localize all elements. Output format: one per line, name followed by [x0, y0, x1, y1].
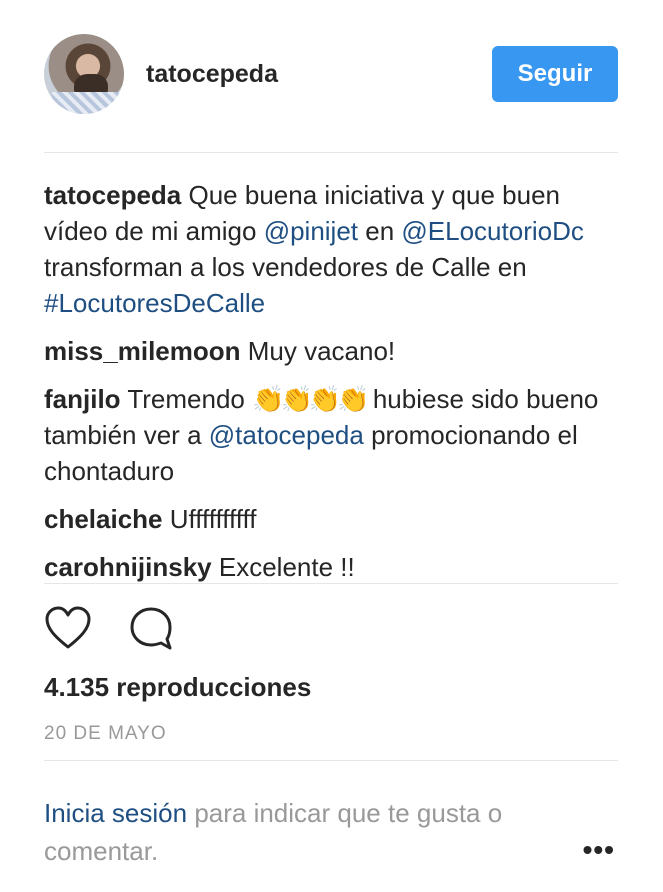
hashtag-link[interactable]: #LocutoresDeCalle: [44, 288, 265, 318]
comment-username[interactable]: miss_milemoon: [44, 336, 241, 366]
view-count: 4.135 reproducciones: [44, 672, 312, 702]
footer-divider: [44, 760, 618, 761]
comment-username[interactable]: carohnijinsky: [44, 552, 212, 582]
post-author-username[interactable]: tatocepeda: [146, 60, 278, 89]
comments-list: tatocepeda Que buena iniciativa y que bu…: [44, 177, 618, 597]
more-options-icon[interactable]: •••: [583, 834, 615, 866]
caption-username[interactable]: tatocepeda: [44, 180, 181, 210]
avatar[interactable]: [44, 34, 124, 114]
heart-icon[interactable]: [44, 606, 92, 652]
caption-text: transforman a los vendedores de Calle en: [44, 252, 527, 282]
comment-text: Excelente !!: [218, 552, 355, 582]
mention-link[interactable]: @ELocutorioDc: [401, 216, 583, 246]
comment-item: miss_milemoon Muy vacano!: [44, 333, 618, 369]
comment-item: fanjilo Tremendo 👏👏👏👏 hubiese sido bueno…: [44, 381, 618, 489]
comment-item: carohnijinsky Excelente !!: [44, 549, 618, 585]
mention-link[interactable]: @tatocepeda: [209, 420, 364, 450]
comment-username[interactable]: fanjilo: [44, 384, 121, 414]
comments-divider: [44, 583, 618, 584]
post-header: tatocepeda Seguir: [44, 34, 618, 114]
post-actions: [44, 606, 174, 652]
post-date: 20 DE MAYO: [44, 723, 167, 744]
comment-item: chelaiche Uffffffffff: [44, 501, 618, 537]
clapping-hands-emoji: 👏👏👏👏: [252, 384, 369, 414]
comment-bubble-icon[interactable]: [128, 606, 174, 652]
comment-text: Uffffffffff: [169, 504, 257, 534]
header-divider: [44, 152, 618, 153]
login-prompt: Inicia sesión para indicar que te gusta …: [44, 794, 573, 870]
caption-text: en: [365, 216, 395, 246]
follow-button[interactable]: Seguir: [492, 46, 618, 102]
comment-username[interactable]: chelaiche: [44, 504, 163, 534]
comment-text: Muy vacano!: [247, 336, 396, 366]
caption: tatocepeda Que buena iniciativa y que bu…: [44, 177, 618, 321]
login-link[interactable]: Inicia sesión: [44, 798, 187, 828]
mention-link[interactable]: @pinijet: [264, 216, 358, 246]
comment-text: Tremendo: [127, 384, 245, 414]
